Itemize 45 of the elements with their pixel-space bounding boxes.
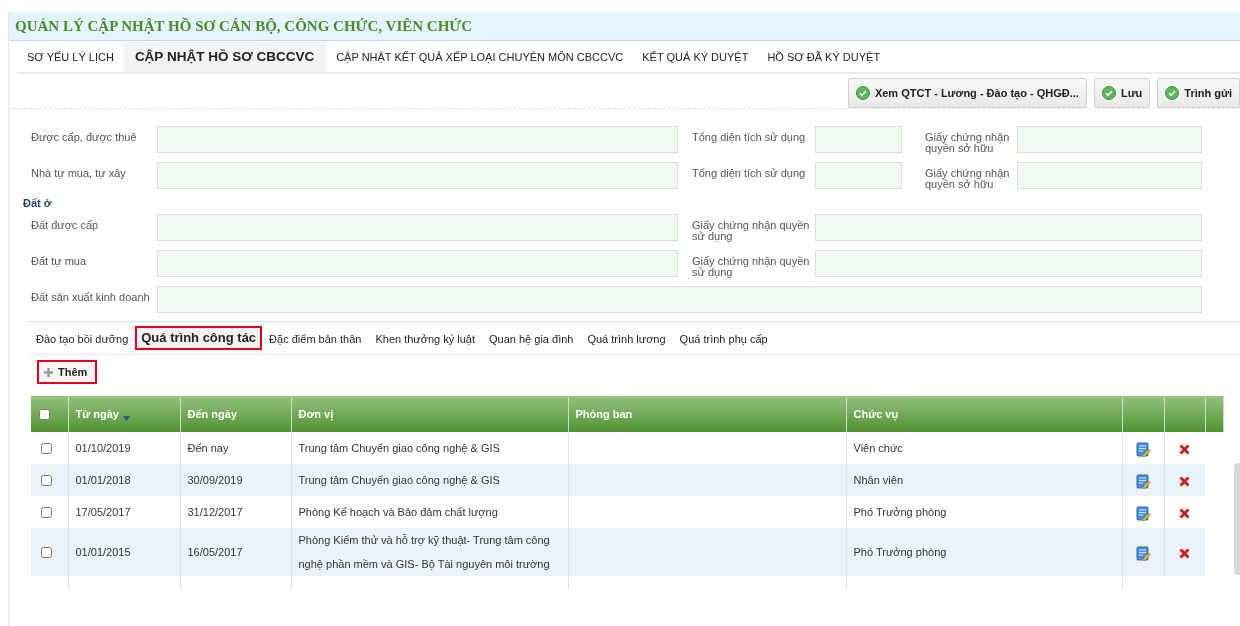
field-label: Đất sản xuất kinh doanh [30,290,151,303]
tab[interactable]: HỒ SƠ ĐÃ KÝ DUYỆT [757,44,890,72]
table-cell: 01/01/2018 [75,474,131,486]
table-cell: Phó Trưởng phòng [853,506,947,518]
field-label: Nhà tự mua, tự xây [30,166,127,179]
toolbar-button[interactable]: Xem QTCT - Lương - Đào tạo - QHGĐ... [847,78,1087,108]
tab[interactable]: KẾT QUẢ KÝ DUYỆT [632,44,758,72]
add-button[interactable]: Thêm [37,360,98,384]
table-cell: Trung tâm Chuyển giao công nghệ & GIS [298,442,500,454]
toolbar-button[interactable]: Trình gửi [1157,78,1240,108]
table-cell: Phòng Kế hoạch và Bảo đảm chất lượng [298,506,498,518]
table-cell: Đến nay [187,442,229,454]
tab[interactable]: Quá trình lương [580,328,673,354]
tab[interactable]: Quan hệ gia đình [482,328,581,354]
table-cell: 01/01/2015 [75,546,131,558]
page-title: QUẢN LÝ CẬP NHẬT HỒ SƠ CÁN BỘ, CÔNG CHỨC, VIÊN CHỨC [9,12,1240,41]
table-cell: Nhân viên [853,474,904,486]
table-cell: 30/09/2019 [187,474,243,486]
table-cell: 01/10/2019 [75,442,131,454]
tab[interactable]: Đào tạo bồi dưỡng [29,328,136,354]
field-label: Giấy chứng nhận quyền sử dụng [691,218,811,242]
field-label: Đất tự mua [30,254,88,267]
tab[interactable]: Quá trình phụ cấp [672,328,775,354]
field-label: Tổng diện tích sử dụng [691,166,807,179]
field-label: Giấy chứng nhận quyền sử dụng [691,254,811,278]
field-label: Giấy chứng nhận quyền sở hữu [924,130,1011,154]
toolbar-button[interactable]: Lưu [1093,78,1151,108]
table-cell: Trung tâm Chuyển giao công nghệ & GIS [298,474,500,486]
table-cell: 16/05/2017 [187,546,243,558]
tab[interactable]: Khen thưởng kỷ luật [368,328,483,354]
tab[interactable]: CẬP NHẬT KẾT QUẢ XẾP LOẠI CHUYÊN MÔN CBCCVC [326,44,633,72]
tab[interactable]: CẬP NHẬT HỒ SƠ CBCCVC [122,42,327,72]
table-cell: 17/05/2017 [75,506,131,518]
table-cell: Phó Trưởng phòng [853,546,947,558]
tab[interactable]: Quá trình công tác [135,326,263,350]
tab[interactable]: SƠ YẾU LÝ LỊCH [17,44,123,72]
tab[interactable]: Đặc điểm bản thân [262,328,369,354]
table-cell: 31/12/2017 [187,506,243,518]
field-label: Giấy chứng nhận quyền sở hữu [924,166,1011,190]
table-cell: Viên chức [853,442,903,454]
field-label: Đất được cấp [30,218,100,231]
section-heading: Đất ở [23,197,53,209]
field-label: Tổng diện tích sử dụng [691,130,807,143]
field-label: Được cấp, được thuê [30,130,138,143]
table-cell: Phòng Kiểm thử và hỗ trợ kỹ thuật- Trung tâm công nghệ phần mềm và GIS- Bộ Tài nguyên môi trường [298,534,550,570]
